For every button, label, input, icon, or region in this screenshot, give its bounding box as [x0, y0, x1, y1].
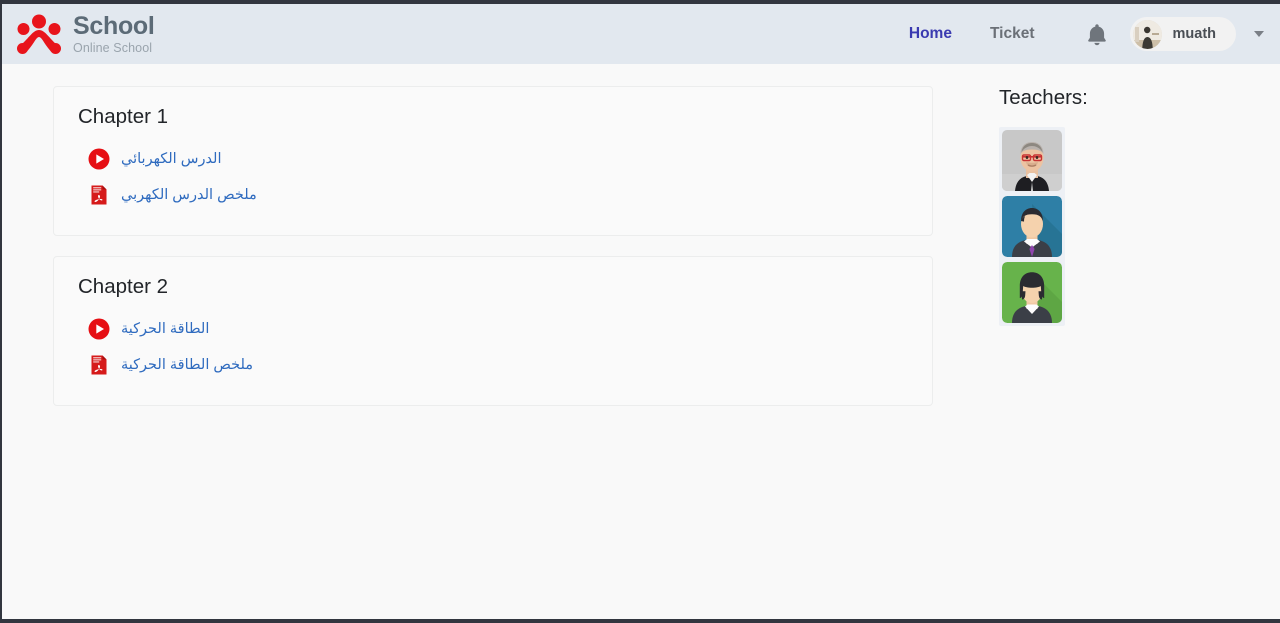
top-navbar: School Online School Home Ticket muath — [2, 4, 1280, 64]
notifications-button[interactable] — [1054, 22, 1130, 47]
resource-label: الطاقة الحركية — [121, 321, 210, 337]
browser-bottom-edge — [0, 619, 1280, 623]
resource-row-pdf[interactable]: ملخص الدرس الكهربي — [76, 177, 910, 213]
teachers-list — [999, 127, 1065, 326]
pdf-file-icon — [91, 185, 107, 205]
teacher-illustration-avatar-male[interactable] — [1002, 196, 1062, 257]
chapter-title: Chapter 2 — [78, 275, 169, 298]
resource-label: الدرس الكهربائي — [121, 151, 222, 167]
resource-row-video[interactable]: الدرس الكهربائي — [76, 141, 910, 177]
teacher-photo-avatar[interactable] — [1002, 130, 1062, 191]
brand-logo-link[interactable]: School Online School — [16, 13, 155, 55]
teacher-avatar-3 — [1002, 262, 1062, 323]
page-viewport: School Online School Home Ticket muath C… — [2, 4, 1280, 619]
teachers-sidebar: Teachers: — [999, 86, 1088, 326]
teacher-illustration-avatar-female[interactable] — [1002, 262, 1062, 323]
brand-text: School Online School — [73, 11, 155, 55]
user-menu-button[interactable]: muath — [1129, 17, 1236, 51]
resource-row-pdf[interactable]: ملخص الطاقة الحركية — [76, 347, 910, 383]
page-content: Chapter 1 الدرس الكهربائي ملخص الدرس الك… — [2, 64, 1280, 426]
resource-label: ملخص الطاقة الحركية — [121, 357, 254, 373]
video-play-icon — [88, 148, 110, 170]
nav-link-ticket[interactable]: Ticket — [971, 25, 1054, 43]
nav-link-home[interactable]: Home — [890, 25, 971, 43]
chapter-card: Chapter 2 الطاقة الحركية ملخص الطاقة الح… — [53, 256, 933, 406]
browser-left-edge — [0, 0, 2, 623]
chevron-down-icon[interactable] — [1254, 31, 1264, 37]
teachers-heading: Teachers: — [999, 86, 1088, 109]
user-name-label: muath — [1172, 26, 1217, 42]
teacher-avatar-2 — [1002, 196, 1062, 257]
chapter-title: Chapter 1 — [78, 105, 169, 128]
navbar-right-group: Home Ticket muath — [890, 4, 1280, 64]
chapters-column: Chapter 1 الدرس الكهربائي ملخص الدرس الك… — [53, 86, 933, 426]
browser-top-edge — [0, 0, 1280, 4]
brand-subtitle: Online School — [73, 40, 153, 55]
resource-label: ملخص الدرس الكهربي — [121, 187, 257, 203]
school-logo-icon — [17, 14, 61, 54]
user-avatar — [1132, 19, 1162, 49]
resource-row-video[interactable]: الطاقة الحركية — [76, 311, 910, 347]
bell-icon — [1087, 23, 1106, 45]
chapter-card: Chapter 1 الدرس الكهربائي ملخص الدرس الك… — [53, 86, 933, 236]
teacher-avatar-1 — [1002, 130, 1062, 191]
pdf-file-icon — [91, 355, 107, 375]
video-play-icon — [88, 318, 110, 340]
brand-title: School — [73, 11, 155, 40]
